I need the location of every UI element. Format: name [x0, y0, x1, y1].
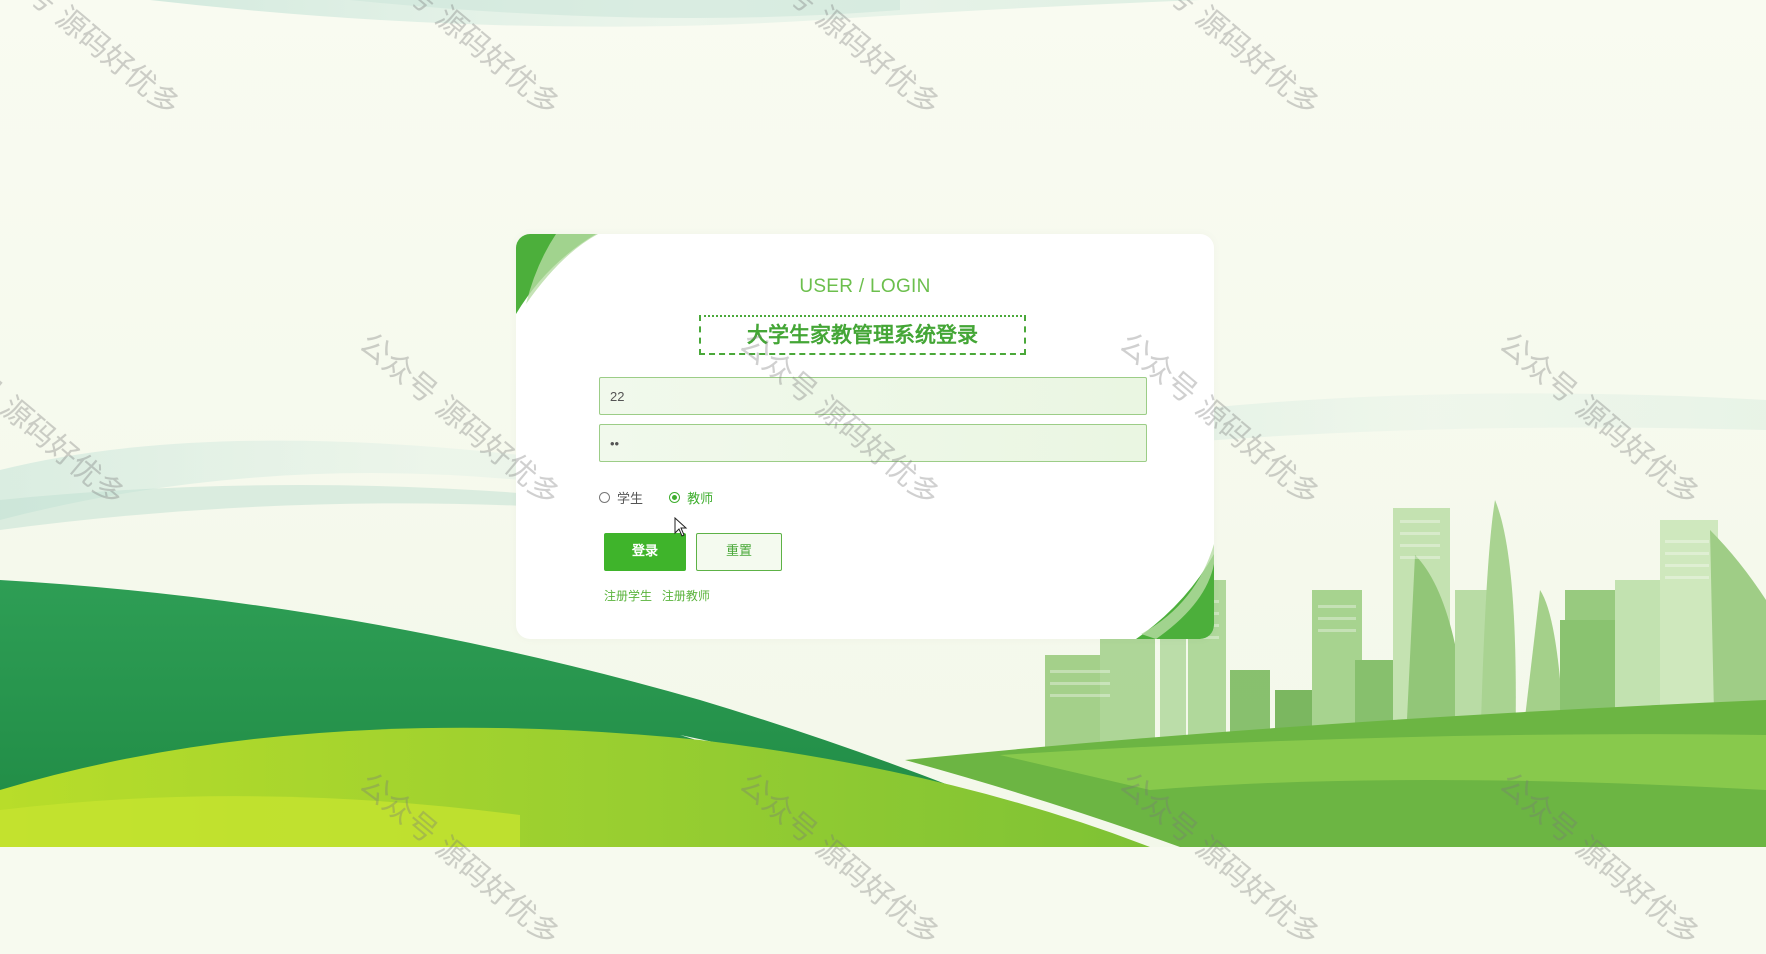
register-student-link[interactable]: 注册学生 [604, 589, 652, 603]
role-label-student: 学生 [617, 492, 644, 507]
role-radio-student[interactable]: 学生 [599, 488, 643, 507]
mouse-cursor-icon [674, 517, 688, 537]
username-input[interactable] [599, 377, 1147, 415]
register-teacher-link[interactable]: 注册教师 [662, 589, 710, 603]
role-radio-group: 学生 教师 [599, 488, 735, 507]
login-subtitle: USER / LOGIN [799, 276, 931, 297]
password-input[interactable] [599, 424, 1147, 462]
role-radio-teacher[interactable]: 教师 [669, 488, 713, 507]
register-links: 注册学生 注册教师 [604, 587, 716, 604]
page-title: 大学生家教管理系统登录 [699, 315, 1026, 355]
role-label-teacher: 教师 [687, 492, 714, 507]
reset-button[interactable]: 重置 [696, 533, 782, 571]
radio-circle-icon [599, 492, 610, 503]
login-card: USER / LOGIN 大学生家教管理系统登录 学生 教师 登录 重置 注册学… [516, 234, 1214, 639]
login-button[interactable]: 登录 [604, 533, 686, 571]
radio-checked-icon [669, 492, 681, 503]
